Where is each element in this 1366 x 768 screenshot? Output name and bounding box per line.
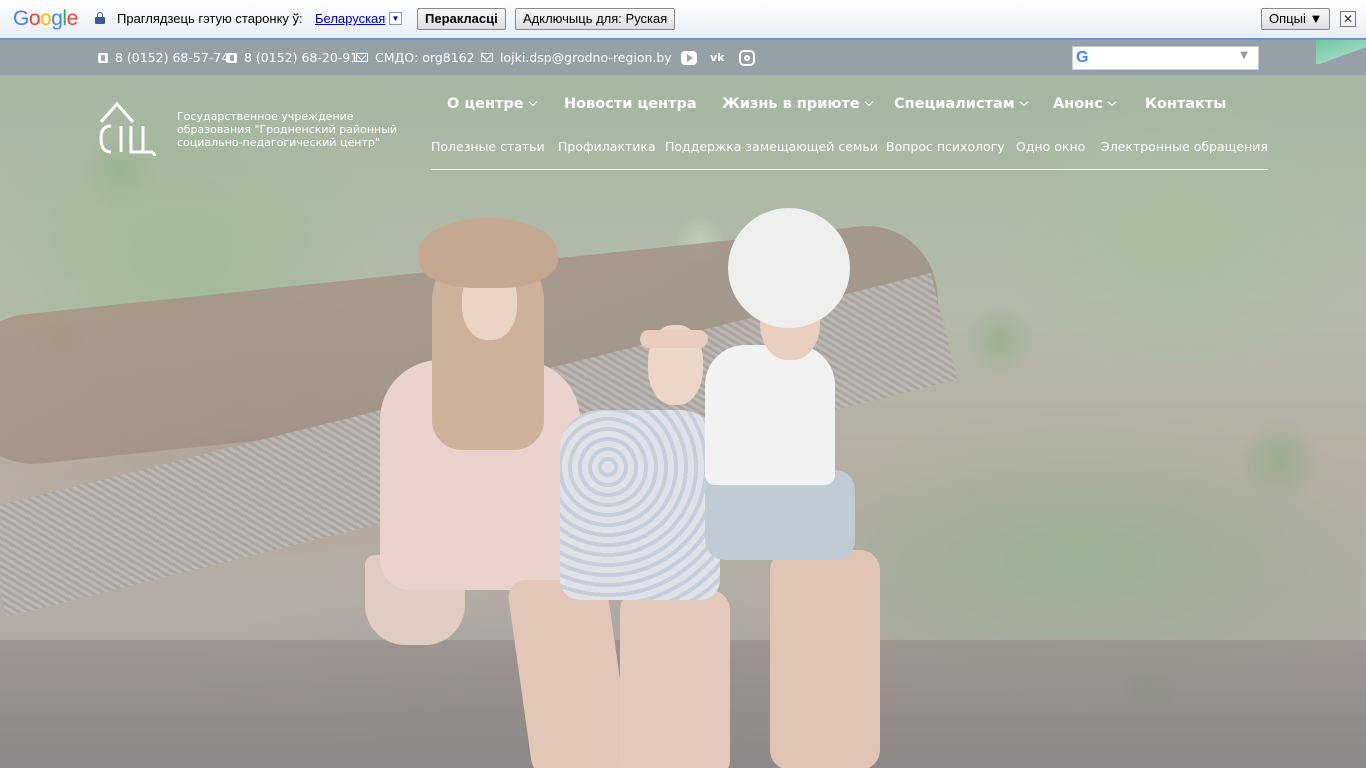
organization-name[interactable]: Государственное учреждение образования "… <box>177 110 407 149</box>
email-link[interactable]: lojki.dsp@grodno-region.by <box>481 50 672 65</box>
nav-contacts[interactable]: Контакты <box>1145 96 1226 112</box>
nav-news[interactable]: Новости центра <box>564 96 697 112</box>
disable-translation-button[interactable]: Адключыць для: Руская <box>515 8 676 30</box>
nav-shelter-life[interactable]: Жизнь в приюте <box>722 96 873 112</box>
nav-divider <box>431 169 1268 170</box>
logo-icon[interactable] <box>97 100 161 156</box>
mail-icon <box>481 53 493 62</box>
close-icon[interactable]: ✕ <box>1340 11 1356 27</box>
smdo-contact[interactable]: СМДО: org8162 <box>356 50 475 65</box>
subnav-electronic-appeals[interactable]: Электронные обращения <box>1101 139 1268 154</box>
chevron-down-icon <box>1107 97 1117 107</box>
language-link[interactable]: Беларуская <box>315 11 385 26</box>
subnav-prevention[interactable]: Профилактика <box>558 139 656 154</box>
phone-2[interactable]: 8 (0152) 68-20-91 <box>227 50 358 65</box>
phone-icon <box>98 52 108 63</box>
phone-icon <box>227 52 237 63</box>
google-logo: Google <box>13 7 78 30</box>
instagram-icon[interactable] <box>739 50 755 66</box>
nav-specialists[interactable]: Специалистам <box>894 96 1028 112</box>
mail-icon <box>356 53 368 62</box>
google-translate-select[interactable]: G ▼ <box>1072 46 1259 70</box>
subnav-useful-articles[interactable]: Полезные статьи <box>431 139 545 154</box>
lock-icon <box>95 12 105 25</box>
corner-tab[interactable] <box>1316 40 1366 64</box>
language-dropdown-icon[interactable]: ▼ <box>389 12 402 25</box>
youtube-icon[interactable] <box>681 51 697 65</box>
phone-1[interactable]: 8 (0152) 68-57-74 <box>98 50 229 65</box>
subnav-foster-family-support[interactable]: Поддержка замещающей семьи <box>665 139 878 154</box>
options-button[interactable]: Опцыі ▼ <box>1261 8 1331 30</box>
nav-about[interactable]: О центре <box>447 96 537 112</box>
nav-announcements[interactable]: Анонс <box>1053 96 1117 112</box>
chevron-down-icon <box>528 97 537 107</box>
chevron-down-icon <box>864 97 873 107</box>
chevron-down-icon <box>1019 97 1028 107</box>
subnav-ask-psychologist[interactable]: Вопрос психологу <box>886 139 1005 154</box>
google-g-icon: G <box>1076 49 1089 66</box>
subnav-one-window[interactable]: Одно окно <box>1016 139 1085 154</box>
translate-prompt: Праглядзець гэтую старонку ў: <box>117 11 303 26</box>
translate-button[interactable]: Перакласці <box>417 8 506 30</box>
google-translate-bar: Google Праглядзець гэтую старонку ў: Бел… <box>0 0 1366 39</box>
vk-icon[interactable]: vk <box>710 51 726 65</box>
chevron-down-icon: ▼ <box>1240 50 1248 61</box>
